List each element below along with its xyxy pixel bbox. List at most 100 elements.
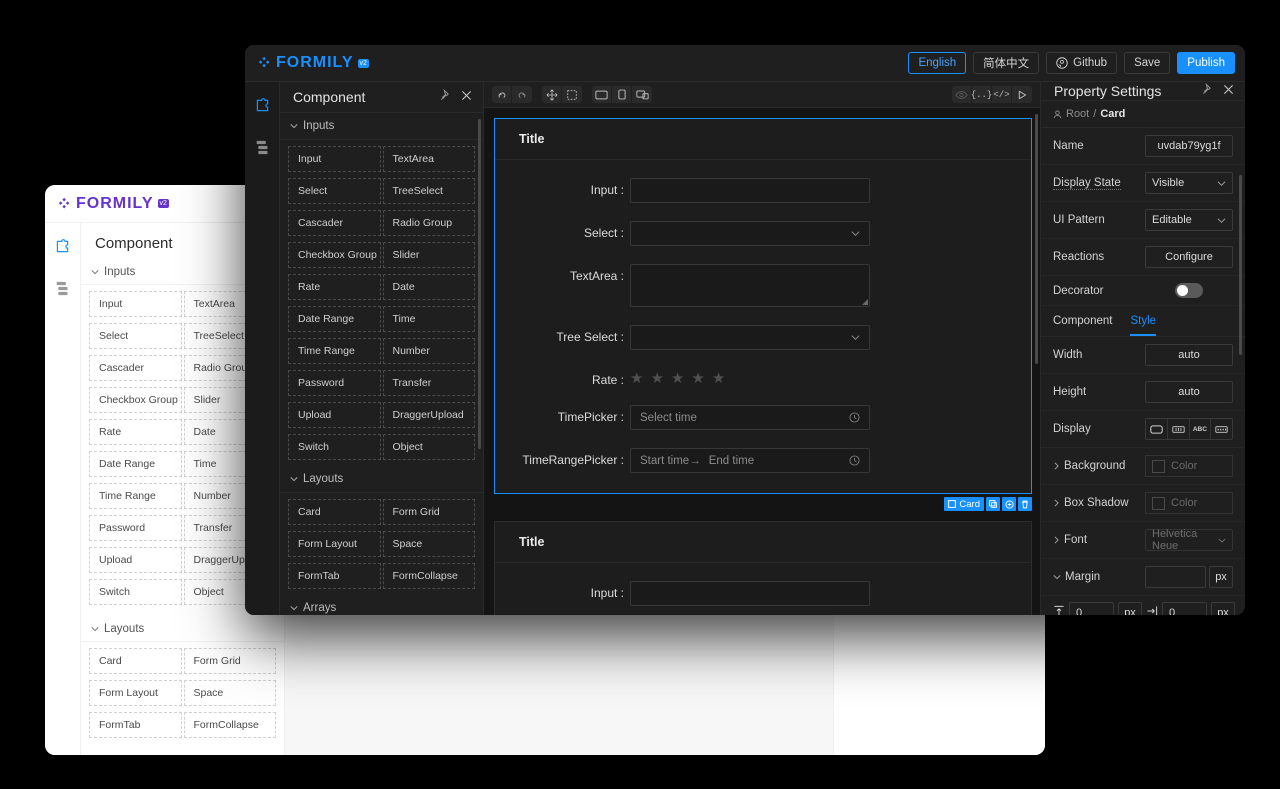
field-timepicker[interactable]: TimePicker : Select time bbox=[495, 405, 1031, 430]
tree-select-control[interactable] bbox=[630, 325, 870, 350]
chip-cascader[interactable]: Cascader bbox=[288, 210, 381, 236]
field-select[interactable]: Select : bbox=[495, 221, 1031, 246]
pin-icon[interactable] bbox=[440, 88, 452, 106]
form-canvas[interactable]: Title Input : Select : TextArea: Tree S… bbox=[484, 108, 1040, 615]
width-input[interactable]: auto bbox=[1145, 344, 1233, 366]
chip-date-range[interactable]: Date Range bbox=[288, 306, 381, 332]
chip-date[interactable]: Date bbox=[382, 274, 475, 300]
decorator-toggle[interactable] bbox=[1175, 283, 1203, 298]
chip-space[interactable]: Space bbox=[382, 531, 475, 557]
chip-checkbox-group[interactable]: Checkbox Group bbox=[89, 387, 182, 413]
input-control[interactable] bbox=[630, 178, 870, 203]
chip-password[interactable]: Password bbox=[288, 370, 381, 396]
chip-password[interactable]: Password bbox=[89, 515, 182, 541]
pin-icon[interactable] bbox=[1202, 82, 1214, 100]
chip-time-range[interactable]: Time Range bbox=[288, 338, 381, 364]
sidebar-item-outline[interactable] bbox=[248, 134, 276, 160]
color-swatch[interactable] bbox=[1152, 496, 1165, 510]
block-icon[interactable] bbox=[1146, 419, 1168, 439]
breadcrumb-root[interactable]: Root bbox=[1066, 108, 1089, 120]
box-shadow-color-control[interactable]: Color bbox=[1145, 492, 1233, 514]
timepicker-control[interactable]: Select time bbox=[630, 405, 870, 430]
margin-right-unit[interactable]: px bbox=[1211, 602, 1235, 615]
chip-input[interactable]: Input bbox=[288, 146, 381, 172]
rate-control[interactable]: ★ ★ ★ ★ ★ bbox=[630, 368, 870, 386]
flex-icon[interactable] bbox=[1168, 419, 1190, 439]
display-state-select[interactable]: Visible bbox=[1145, 172, 1233, 194]
chip-rate[interactable]: Rate bbox=[288, 274, 381, 300]
tab-component[interactable]: Component bbox=[1053, 315, 1112, 336]
margin-expander[interactable]: Margin bbox=[1053, 571, 1145, 583]
mobile-icon[interactable] bbox=[612, 86, 632, 103]
chip-date-range[interactable]: Date Range bbox=[89, 451, 182, 477]
close-icon[interactable] bbox=[1223, 82, 1234, 100]
sidebar-item-components-light[interactable] bbox=[49, 233, 77, 259]
chip-form-layout[interactable]: Form Layout bbox=[288, 531, 381, 557]
field-tree-select[interactable]: Tree Select : bbox=[495, 325, 1031, 350]
light-group-layouts-header[interactable]: Layouts bbox=[81, 617, 284, 642]
star-icon[interactable]: ★ bbox=[671, 371, 684, 386]
chip-time[interactable]: Time bbox=[382, 306, 475, 332]
chip-radio-group[interactable]: Radio Group bbox=[382, 210, 475, 236]
timerange-control[interactable]: Start time → End time bbox=[630, 448, 870, 473]
select-control[interactable] bbox=[630, 221, 870, 246]
form-card-1[interactable]: Title Input : Select : TextArea: Tree S… bbox=[494, 118, 1032, 511]
undo-icon[interactable] bbox=[492, 86, 512, 103]
display-segmented[interactable]: ABC bbox=[1145, 418, 1233, 440]
chip-form-layout[interactable]: Form Layout bbox=[89, 680, 182, 706]
chip-treeselect[interactable]: TreeSelect bbox=[382, 178, 475, 204]
chip-card[interactable]: Card bbox=[89, 648, 182, 674]
group-inputs-header[interactable]: Inputs bbox=[280, 113, 483, 140]
desktop-icon[interactable] bbox=[592, 86, 612, 103]
sidebar-item-components[interactable] bbox=[248, 92, 276, 118]
star-icon[interactable]: ★ bbox=[712, 371, 725, 386]
margin-right-input[interactable]: 0 bbox=[1162, 602, 1207, 615]
chip-switch[interactable]: Switch bbox=[89, 579, 182, 605]
chip-textarea[interactable]: TextArea bbox=[382, 146, 475, 172]
inline-icon[interactable]: ABC bbox=[1190, 419, 1212, 439]
sidebar-item-outline-light[interactable] bbox=[49, 275, 77, 301]
move-icon[interactable] bbox=[542, 86, 562, 103]
color-swatch[interactable] bbox=[1152, 459, 1165, 473]
margin-top-input[interactable]: 0 bbox=[1069, 602, 1114, 615]
chip-form-grid[interactable]: Form Grid bbox=[382, 499, 475, 525]
chip-formcollapse[interactable]: FormCollapse bbox=[183, 712, 276, 738]
chip-time-range[interactable]: Time Range bbox=[89, 483, 182, 509]
badge-node-type[interactable]: Card bbox=[944, 497, 984, 511]
chip-transfer[interactable]: Transfer bbox=[382, 370, 475, 396]
chip-object[interactable]: Object bbox=[382, 434, 475, 460]
chip-upload[interactable]: Upload bbox=[89, 547, 182, 573]
field-timerangepicker[interactable]: TimeRangePicker : Start time → End time bbox=[495, 448, 1031, 473]
chip-space[interactable]: Space bbox=[183, 680, 276, 706]
eye-icon[interactable] bbox=[952, 86, 972, 103]
chip-select[interactable]: Select bbox=[89, 323, 182, 349]
close-icon[interactable] bbox=[461, 88, 472, 106]
font-select[interactable]: Helvetica Neue bbox=[1145, 528, 1233, 552]
github-button[interactable]: Github bbox=[1046, 52, 1118, 74]
chip-upload[interactable]: Upload bbox=[288, 402, 381, 428]
code-icon[interactable]: </> bbox=[992, 86, 1012, 103]
field-input[interactable]: Input : bbox=[495, 581, 1031, 606]
chip-select[interactable]: Select bbox=[288, 178, 381, 204]
panel-scrollbar[interactable] bbox=[478, 119, 481, 449]
group-arrays-header[interactable]: Arrays bbox=[280, 595, 483, 615]
badge-add-button[interactable] bbox=[1002, 497, 1016, 511]
chip-checkbox-group[interactable]: Checkbox Group bbox=[288, 242, 381, 268]
responsive-icon[interactable] bbox=[632, 86, 652, 103]
chip-rate[interactable]: Rate bbox=[89, 419, 182, 445]
field-textarea[interactable]: TextArea : bbox=[495, 264, 1031, 307]
chip-input[interactable]: Input bbox=[89, 291, 182, 317]
lang-chinese-button[interactable]: 简体中文 bbox=[973, 52, 1040, 74]
input-control[interactable] bbox=[630, 581, 870, 606]
ui-pattern-select[interactable]: Editable bbox=[1145, 209, 1233, 231]
star-icon[interactable]: ★ bbox=[691, 371, 704, 386]
chip-formtab[interactable]: FormTab bbox=[89, 712, 182, 738]
chip-slider[interactable]: Slider bbox=[382, 242, 475, 268]
star-icon[interactable]: ★ bbox=[630, 371, 643, 386]
textarea-control[interactable] bbox=[630, 264, 870, 307]
chip-switch[interactable]: Switch bbox=[288, 434, 381, 460]
property-scrollbar[interactable] bbox=[1239, 175, 1242, 355]
badge-copy-button[interactable] bbox=[986, 497, 1000, 511]
canvas-scrollbar[interactable] bbox=[1035, 114, 1038, 364]
margin-top-unit[interactable]: px bbox=[1118, 602, 1142, 615]
